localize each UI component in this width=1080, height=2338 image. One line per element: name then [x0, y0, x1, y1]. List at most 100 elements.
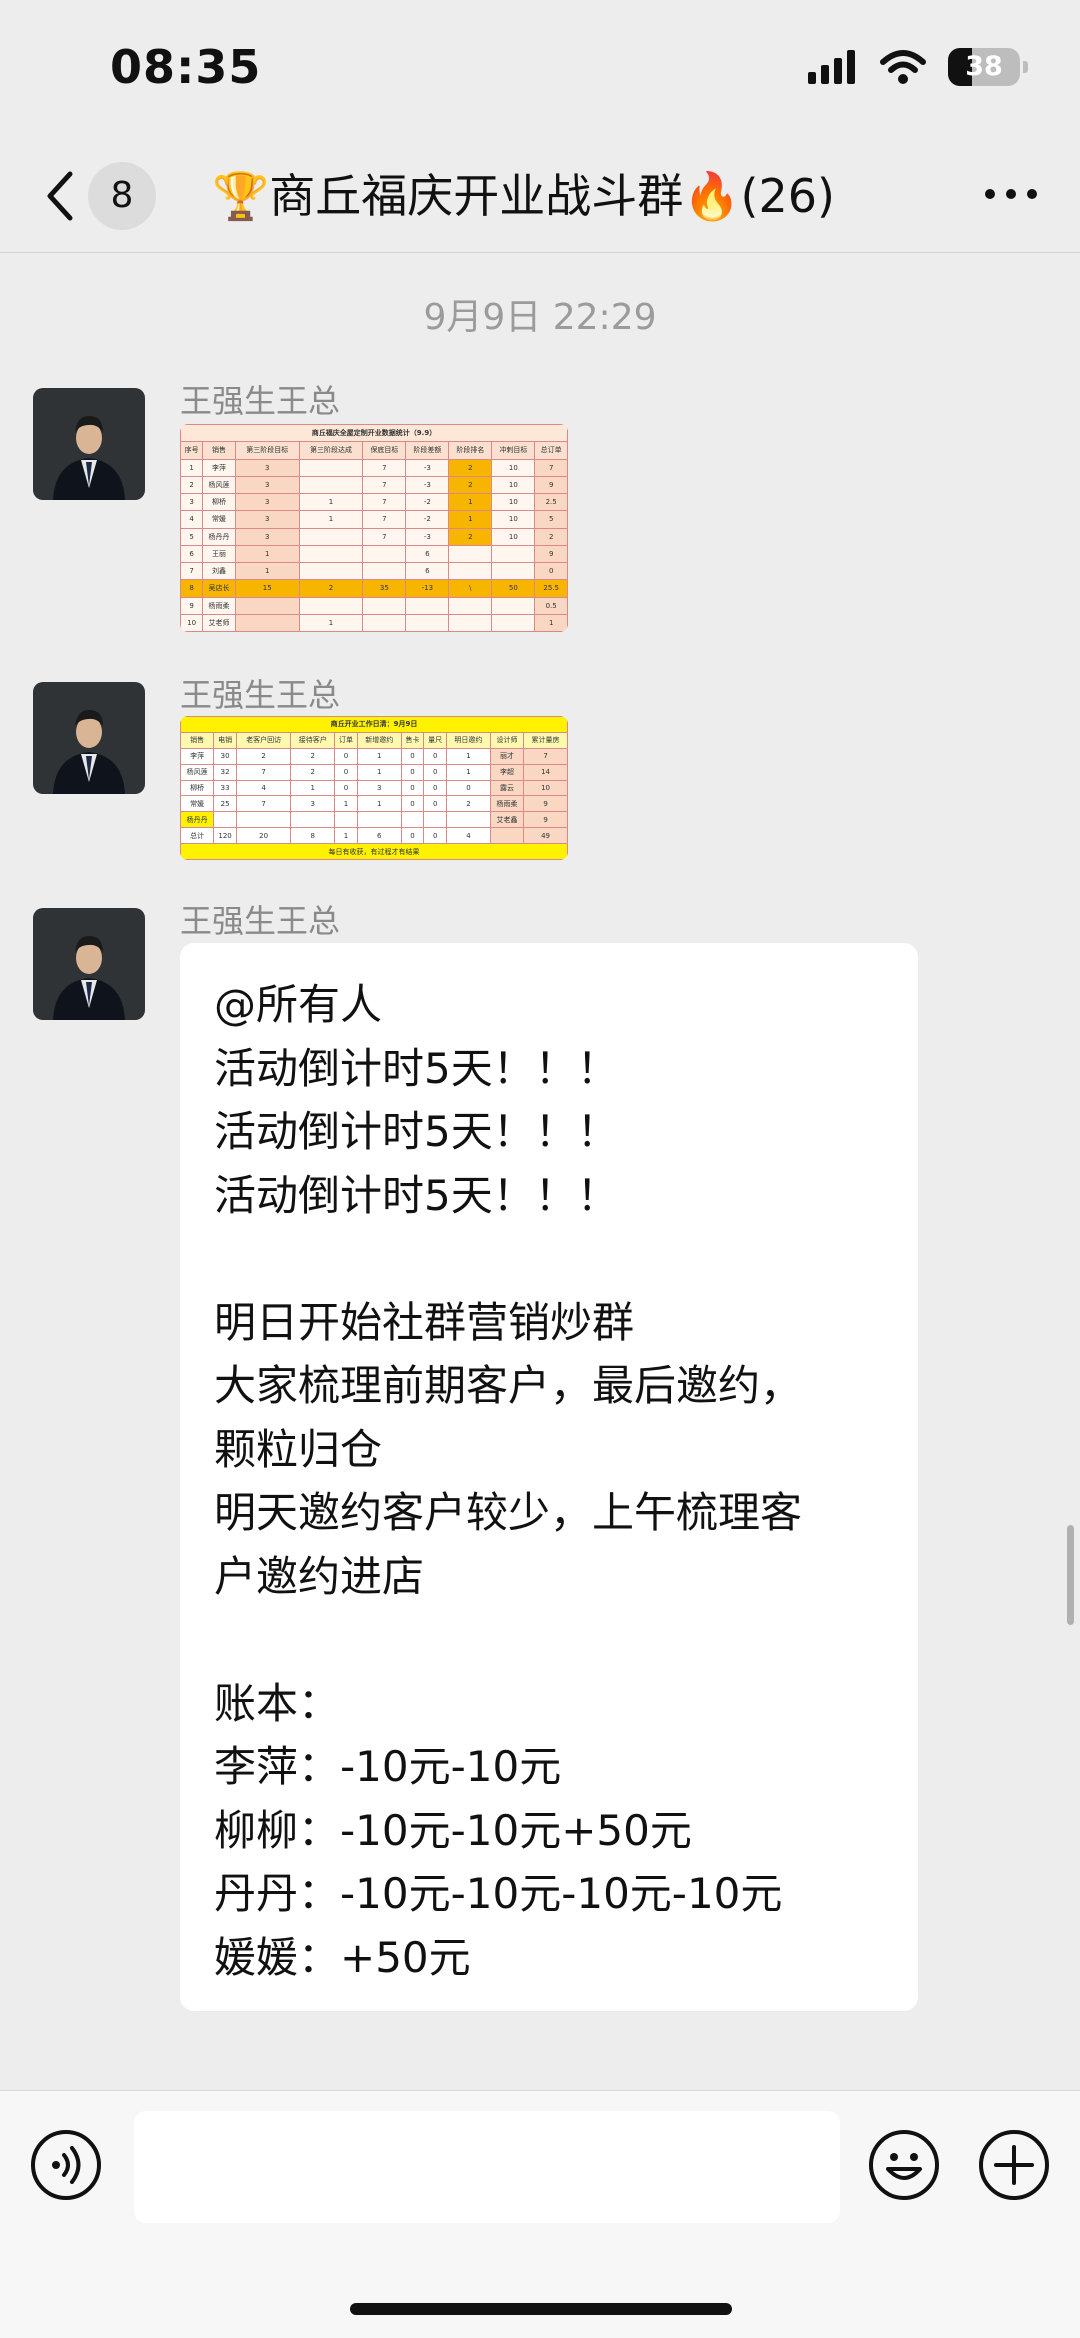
chat-title[interactable]: 🏆商丘福庆开业战斗群🔥(26): [212, 162, 835, 230]
more-icon[interactable]: [982, 184, 1040, 204]
sheet-header-cell: 保底目标: [362, 441, 407, 460]
status-icons: 38: [808, 48, 1028, 86]
sheet-header-cell: 总订单: [534, 441, 568, 460]
sheet-cell: 1: [298, 492, 364, 512]
message-line: 活动倒计时5天！！！: [214, 1043, 619, 1093]
sheet-cell: 10: [491, 510, 536, 529]
avatar[interactable]: [33, 388, 145, 500]
sheet-cell: 0: [423, 747, 448, 765]
sheet-footer-row: 每日有收获，有过程才有结果: [180, 843, 568, 860]
sheet-cell: 7: [235, 763, 292, 781]
sheet-cell: 2: [534, 527, 568, 546]
message-input[interactable]: [134, 2111, 840, 2223]
wifi-icon: [880, 50, 926, 84]
avatar[interactable]: [33, 908, 145, 1020]
message-timestamp: 9月9日 22:29: [423, 297, 657, 338]
sheet-cell: 4: [446, 827, 491, 844]
sheet-cell: 2: [290, 763, 336, 781]
message-line: 活动倒计时5天！！！: [214, 1170, 619, 1220]
text-message-bubble[interactable]: @所有人 活动倒计时5天！！！ 活动倒计时5天！！！ 活动倒计时5天！！！ 明日…: [180, 943, 918, 2011]
avatar[interactable]: [33, 682, 145, 794]
sheet-cell: 3: [234, 475, 300, 495]
sheet-cell: 1: [356, 763, 402, 781]
plus-icon[interactable]: [978, 2129, 1050, 2201]
sheet-cell: 7: [362, 475, 407, 495]
sheet-cell: 9: [534, 475, 568, 495]
scrollbar-thumb[interactable]: [1067, 1525, 1074, 1625]
sheet-cell: 7: [362, 527, 407, 546]
sheet-cell: 0: [446, 779, 491, 797]
sheet-cell: 1: [356, 747, 402, 765]
message-line: 媛媛：+50元: [214, 1932, 471, 1982]
chevron-left-icon[interactable]: [40, 168, 80, 224]
sheet-cell: [362, 613, 407, 632]
sheet-cell: 刘鑫: [202, 561, 236, 581]
signal-icon: [808, 50, 855, 84]
image-message[interactable]: 商丘开业工作日清：9月9日 销售 电销 老客户回访 接待客户 订单 新增邀约 售卡 量尺 明日邀约…: [180, 716, 568, 860]
sheet-header-cell: 第三阶段目标: [234, 441, 300, 460]
message-line: 明日开始社群营销炒群: [214, 1297, 635, 1347]
sheet-cell: 9: [523, 795, 568, 813]
sheet-header-cell: 阶段排名: [448, 441, 493, 460]
voice-icon[interactable]: [30, 2129, 102, 2201]
sender-name: 王强生王总: [180, 902, 341, 940]
sheet-cell: 0.5: [534, 596, 568, 615]
status-bar: 08:35 38: [0, 0, 1080, 140]
sheet-cell: [298, 527, 364, 546]
sheet-cell: 1: [298, 613, 364, 632]
sheet-row: 杨风莲 32 7 2 0 1 0 0 1 李超 14: [180, 763, 568, 781]
sheet-cell: 8: [180, 579, 204, 598]
unread-badge[interactable]: 8: [88, 162, 156, 230]
sheet-header-cell: 订单: [334, 731, 358, 749]
sheet-cell: 35: [362, 579, 407, 598]
sheet-cell: [235, 811, 292, 829]
sheet-cell: \: [448, 579, 493, 598]
sender-name: 王强生王总: [180, 676, 341, 714]
sheet-cell: 1: [234, 544, 300, 564]
sheet-cell: 李超: [489, 763, 525, 781]
sheet-cell: 艾老师: [202, 613, 236, 632]
sheet-cell: [491, 596, 536, 615]
sheet-cell: [405, 613, 450, 632]
image-message[interactable]: 商丘福庆全屋定制开业数据统计（9.9） 序号 销售 第三阶段目标 第三阶段达成 保底目标阶…: [180, 424, 568, 632]
sheet-row: 总计 120 20 8 1 6 0 0 4 49: [180, 827, 568, 844]
sheet-cell: 柳桥: [202, 492, 236, 512]
sheet-cell: 10: [491, 458, 536, 477]
sheet-cell: [491, 613, 536, 632]
message-line: 柳柳：-10元-10元+50元: [214, 1805, 692, 1855]
sheet-cell: 0: [334, 763, 358, 781]
message-line: @所有人: [214, 980, 383, 1029]
sheet-cell: 4: [180, 510, 204, 529]
message-line: [214, 1227, 884, 1291]
sheet-row: 常媛 25 7 3 1 1 0 0 2 杨雨柔 9: [180, 795, 568, 813]
sheet-header-cell: 电销: [213, 731, 237, 749]
sheet-cell: 7: [523, 747, 568, 765]
sheet-cell: 3: [290, 795, 336, 813]
sheet-cell: [400, 811, 425, 829]
sheet-cell: [356, 811, 402, 829]
sheet-cell: [213, 811, 237, 829]
home-indicator[interactable]: [350, 2303, 732, 2315]
sheet-cell: 2: [448, 475, 493, 495]
sheet-cell: 2: [446, 795, 491, 813]
sheet-header-cell: 第三阶段达成: [298, 441, 364, 460]
emoji-icon[interactable]: [868, 2129, 940, 2201]
sheet-cell: 杨雨柔: [489, 795, 525, 813]
sheet-cell: 32: [213, 763, 237, 781]
sheet-row: 4 常媛 3 1 7 -2 1 10 5: [180, 510, 568, 529]
sheet-cell: 10: [491, 475, 536, 495]
sheet-cell: [362, 544, 407, 564]
spreadsheet-image: 商丘福庆全屋定制开业数据统计（9.9） 序号 销售 第三阶段目标 第三阶段达成 保底目标阶…: [180, 424, 568, 632]
sheet-header-cell: 老客户回访: [235, 731, 292, 749]
sheet-row: 5 杨丹丹 3 7 -3 2 10 2: [180, 527, 568, 546]
sheet-cell: [448, 613, 493, 632]
sheet-cell: 丽才: [489, 747, 525, 765]
sheet-cell: -2: [405, 492, 450, 512]
sheet-cell: 杨丹丹: [180, 811, 215, 829]
sheet-row: 3 柳桥 3 1 7 -2 1 10 2.5: [180, 492, 568, 512]
status-time: 08:35: [110, 40, 262, 94]
chat-header: 8 🏆商丘福庆开业战斗群🔥(26): [0, 140, 1080, 253]
sheet-header-cell: 接待客户: [290, 731, 336, 749]
sheet-cell: 3: [234, 527, 300, 546]
sheet-cell: 0: [423, 827, 448, 844]
